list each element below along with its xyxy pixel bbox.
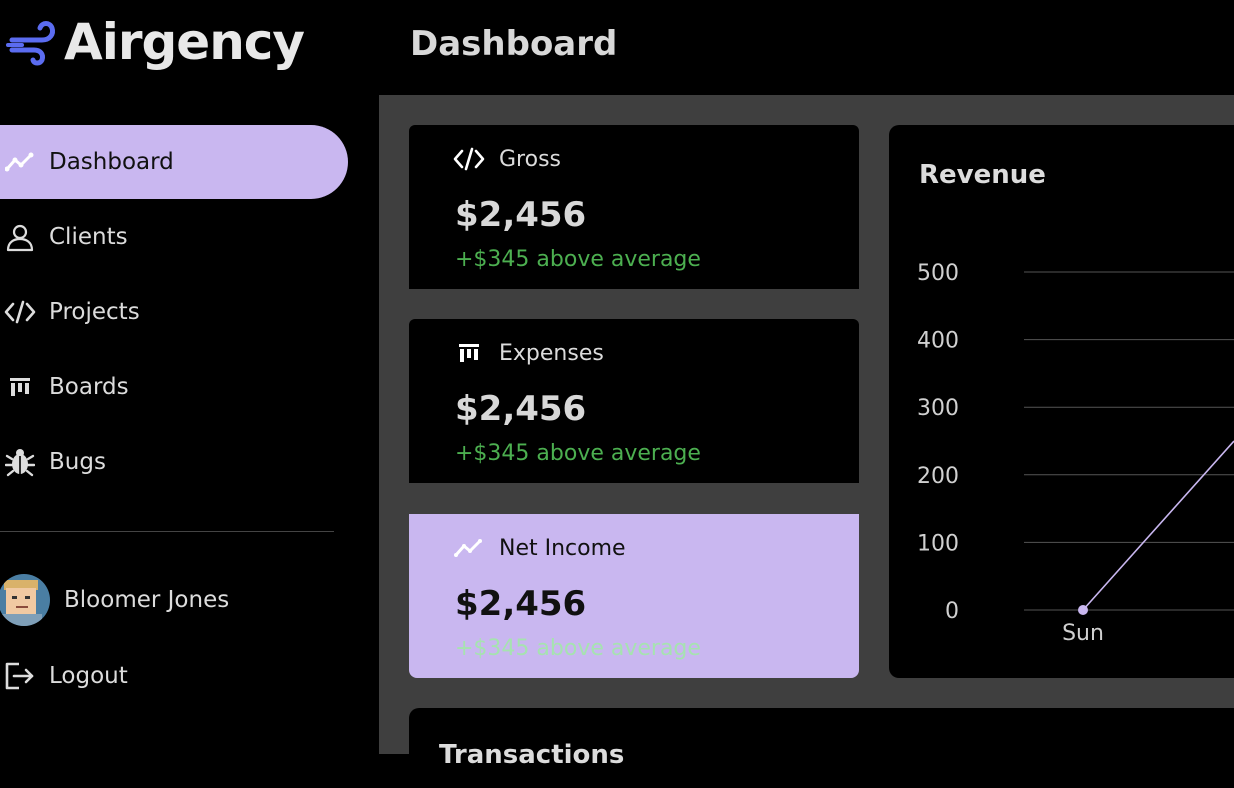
card-header: Net Income: [453, 532, 626, 564]
sidebar-divider: [0, 531, 334, 532]
stat-card-gross[interactable]: Gross $2,456 +$345 above average: [409, 125, 859, 289]
y-tick-label: 400: [917, 329, 959, 354]
sidebar-item-label: Dashboard: [49, 149, 174, 175]
card-delta: +$345 above average: [455, 247, 701, 272]
sidebar-item-label: Boards: [49, 374, 129, 400]
revenue-chart-card: Revenue 0 100 200 300 400 500 Sun: [889, 125, 1234, 678]
sidebar-item-projects[interactable]: Projects: [0, 275, 348, 349]
code-icon: [453, 143, 485, 175]
logout-icon: [4, 660, 36, 692]
app-logo[interactable]: Airgency: [6, 8, 305, 76]
revenue-chart: 0 100 200 300 400 500 Sun: [917, 261, 1234, 646]
card-header: Gross: [453, 143, 561, 175]
card-label: Gross: [499, 146, 561, 172]
user-profile[interactable]: Bloomer Jones: [0, 570, 229, 630]
stat-card-expenses[interactable]: Expenses $2,456 +$345 above average: [409, 319, 859, 483]
sidebar-item-boards[interactable]: Boards: [0, 350, 348, 424]
bug-icon: [4, 446, 36, 478]
code-icon: [4, 296, 36, 328]
card-value: $2,456: [455, 584, 587, 624]
card-label: Expenses: [499, 340, 604, 366]
x-tick-label: Sun: [1062, 621, 1104, 646]
trend-line-icon: [4, 146, 36, 178]
card-header: Expenses: [453, 337, 604, 369]
board-columns-icon: [453, 337, 485, 369]
trend-line-icon: [453, 532, 485, 564]
card-delta: +$345 above average: [455, 636, 701, 661]
sidebar-item-label: Bugs: [49, 449, 106, 475]
logout-button[interactable]: Logout: [0, 639, 348, 713]
y-tick-label: 0: [945, 599, 959, 624]
y-tick-label: 200: [917, 464, 959, 489]
sidebar-item-label: Clients: [49, 224, 128, 250]
wind-icon: [6, 21, 55, 66]
board-columns-icon: [4, 371, 36, 403]
card-value: $2,456: [455, 195, 587, 235]
series-line-continuation: [1082, 440, 1234, 611]
brand-name: Airgency: [64, 13, 305, 71]
sidebar-item-bugs[interactable]: Bugs: [0, 425, 348, 499]
page-title: Dashboard: [410, 24, 618, 64]
y-tick-label: 300: [917, 396, 959, 421]
sidebar-item-dashboard[interactable]: Dashboard: [0, 125, 348, 199]
transactions-title: Transactions: [439, 740, 625, 770]
transactions-card: Transactions: [409, 708, 1234, 788]
card-label: Net Income: [499, 535, 626, 561]
sidebar-item-clients[interactable]: Clients: [0, 200, 348, 274]
stat-card-net-income[interactable]: Net Income $2,456 +$345 above average: [409, 514, 859, 678]
logout-label: Logout: [49, 663, 128, 689]
main-content: Gross $2,456 +$345 above average Expense…: [379, 95, 1234, 788]
person-icon: [4, 221, 36, 253]
card-delta: +$345 above average: [455, 441, 701, 466]
sidebar-item-label: Projects: [49, 299, 140, 325]
avatar: [0, 574, 50, 626]
y-tick-label: 100: [917, 531, 959, 556]
user-name: Bloomer Jones: [64, 587, 230, 613]
y-tick-label: 500: [917, 261, 959, 286]
card-value: $2,456: [455, 389, 587, 429]
